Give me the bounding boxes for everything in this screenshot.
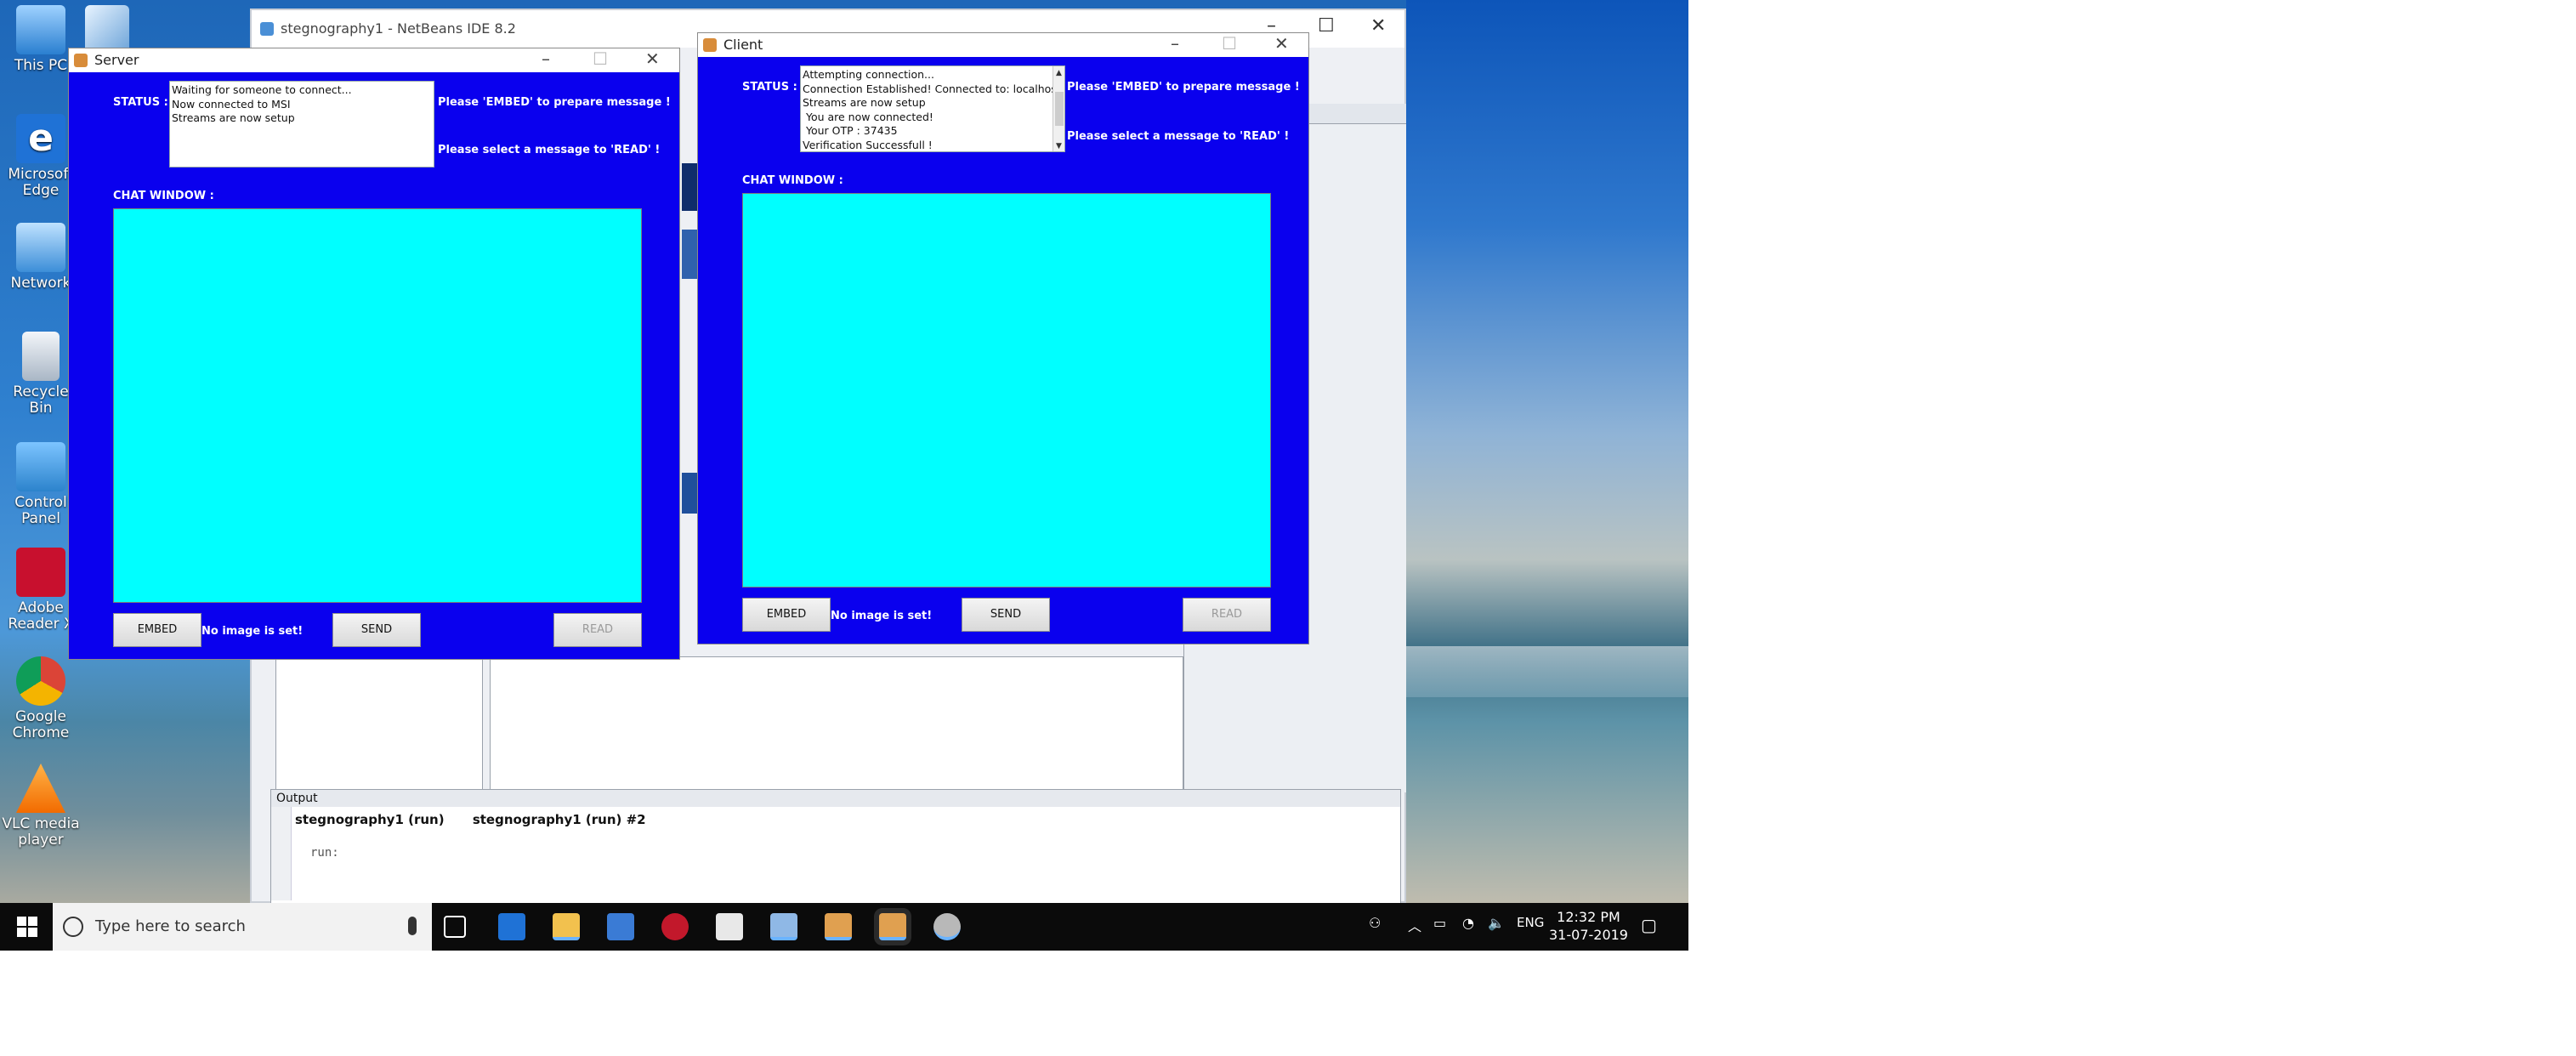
tab-run-2[interactable]: stegnography1 (run) #2 xyxy=(473,812,646,827)
tab-run[interactable]: stegnography1 (run) xyxy=(295,812,445,827)
game-app-icon[interactable] xyxy=(661,913,689,940)
clock-date: 31-07-2019 xyxy=(1549,927,1628,943)
scroll-up-icon[interactable]: ▲ xyxy=(1053,66,1064,78)
edge-icon: e xyxy=(16,114,65,163)
embed-button[interactable]: EMBED xyxy=(113,613,201,647)
server-title-bar[interactable]: Server – ☐ ✕ xyxy=(69,48,679,72)
control-panel-icon xyxy=(16,442,65,491)
status-scrollbar[interactable]: ▲ ▼ xyxy=(1053,66,1064,151)
embed-hint: Please 'EMBED' to prepare message ! xyxy=(438,96,671,109)
status-log[interactable]: Attempting connection... Connection Esta… xyxy=(800,65,1065,152)
desktop: This PC e Microsoft Edge Network Recycle… xyxy=(0,0,1688,951)
search-icon xyxy=(63,917,83,937)
chat-window[interactable] xyxy=(742,193,1271,588)
desktop-icon-vlc[interactable]: VLC media player xyxy=(0,764,82,849)
output-text: run: xyxy=(310,846,339,860)
network-icon xyxy=(16,223,65,272)
acrobat-icon xyxy=(16,548,65,597)
output-panel: Output stegnography1 (run) stegnography1… xyxy=(270,789,1401,905)
vlc-icon xyxy=(16,764,65,813)
read-hint: Please select a message to 'READ' ! xyxy=(1067,130,1290,143)
read-button[interactable]: READ xyxy=(1183,598,1271,632)
send-button[interactable]: SEND xyxy=(962,598,1050,632)
task-view-icon[interactable] xyxy=(444,916,466,938)
recycle-bin-icon xyxy=(22,332,60,381)
netbeans-panel-strip xyxy=(682,473,697,514)
chrome-icon xyxy=(16,656,65,706)
netbeans-projects-panel xyxy=(275,656,483,792)
image-status-text: No image is set! xyxy=(831,610,933,622)
chat-window[interactable] xyxy=(113,208,642,603)
windows-start-icon[interactable] xyxy=(17,917,37,937)
maximize-icon[interactable]: ☐ xyxy=(1318,15,1335,37)
close-icon[interactable]: ✕ xyxy=(1274,33,1289,54)
client-window: Client – ☐ ✕ STATUS : Attempting connect… xyxy=(697,32,1309,644)
notifications-icon[interactable]: ▢ xyxy=(1641,915,1657,935)
status-label: STATUS : xyxy=(113,96,168,109)
embed-button[interactable]: EMBED xyxy=(742,598,831,632)
minimize-icon[interactable]: – xyxy=(1171,33,1179,54)
minimize-icon[interactable]: – xyxy=(542,48,550,69)
battery-icon[interactable]: ▭ xyxy=(1433,915,1446,931)
netbeans-editor-panel xyxy=(490,656,1183,792)
people-icon[interactable]: ⚇ xyxy=(1369,915,1381,931)
snipping-tool-icon[interactable] xyxy=(933,913,961,940)
chat-window-label: CHAT WINDOW : xyxy=(742,174,843,187)
wallpaper-beach xyxy=(1406,0,1688,903)
status-log[interactable]: Waiting for someone to connect... Now co… xyxy=(169,81,434,167)
java-icon xyxy=(74,54,88,67)
search-placeholder: Type here to search xyxy=(95,917,246,935)
computer-icon xyxy=(16,5,65,54)
output-header: Output xyxy=(271,790,1400,807)
netbeans-icon xyxy=(260,22,274,36)
netbeans-taskbar-icon[interactable] xyxy=(770,913,797,940)
client-title-bar[interactable]: Client – ☐ ✕ xyxy=(698,33,1308,57)
clock[interactable]: 12:32 PM 31-07-2019 xyxy=(1549,908,1628,944)
edge-taskbar-icon[interactable] xyxy=(498,913,525,940)
send-button[interactable]: SEND xyxy=(332,613,421,647)
server-window: Server – ☐ ✕ STATUS : Waiting for someon… xyxy=(68,48,680,660)
microphone-icon[interactable] xyxy=(408,917,417,935)
embed-hint: Please 'EMBED' to prepare message ! xyxy=(1067,81,1300,94)
java-taskbar-icon-active[interactable] xyxy=(879,913,906,940)
network-tray-icon[interactable]: ◔ xyxy=(1462,915,1474,931)
output-toolbar xyxy=(271,807,292,900)
mail-icon[interactable] xyxy=(716,913,743,940)
server-title: Server xyxy=(94,52,139,68)
status-label: STATUS : xyxy=(742,81,797,94)
read-hint: Please select a message to 'READ' ! xyxy=(438,144,661,156)
desktop-icon-chrome[interactable]: Google Chrome xyxy=(0,656,82,741)
store-icon[interactable] xyxy=(607,913,634,940)
volume-icon[interactable]: 🔈 xyxy=(1488,915,1505,931)
image-status-text: No image is set! xyxy=(201,625,304,638)
maximize-icon[interactable]: ☐ xyxy=(1222,33,1237,54)
close-icon[interactable]: ✕ xyxy=(645,48,660,69)
client-title: Client xyxy=(723,37,763,53)
java-taskbar-icon[interactable] xyxy=(825,913,852,940)
output-tabs: stegnography1 (run) stegnography1 (run) … xyxy=(295,812,670,827)
chevron-up-icon[interactable]: ︿ xyxy=(1408,915,1421,935)
read-button[interactable]: READ xyxy=(553,613,642,647)
file-explorer-icon[interactable] xyxy=(553,913,580,940)
scroll-down-icon[interactable]: ▼ xyxy=(1053,139,1064,151)
netbeans-title: stegnography1 - NetBeans IDE 8.2 xyxy=(281,20,516,37)
java-icon xyxy=(703,38,717,52)
clock-time: 12:32 PM xyxy=(1557,909,1620,925)
close-icon[interactable]: ✕ xyxy=(1370,15,1386,37)
netbeans-panel-strip xyxy=(682,163,697,211)
netbeans-panel-strip xyxy=(682,230,697,279)
taskbar: Type here to search ⚇ ︿ ▭ ◔ 🔈 ENG 12:32 … xyxy=(0,903,1688,951)
language-indicator[interactable]: ENG xyxy=(1517,915,1544,930)
scroll-thumb[interactable] xyxy=(1055,92,1064,126)
chat-window-label: CHAT WINDOW : xyxy=(113,190,214,202)
search-box[interactable]: Type here to search xyxy=(53,903,432,951)
maximize-icon[interactable]: ☐ xyxy=(593,48,608,69)
